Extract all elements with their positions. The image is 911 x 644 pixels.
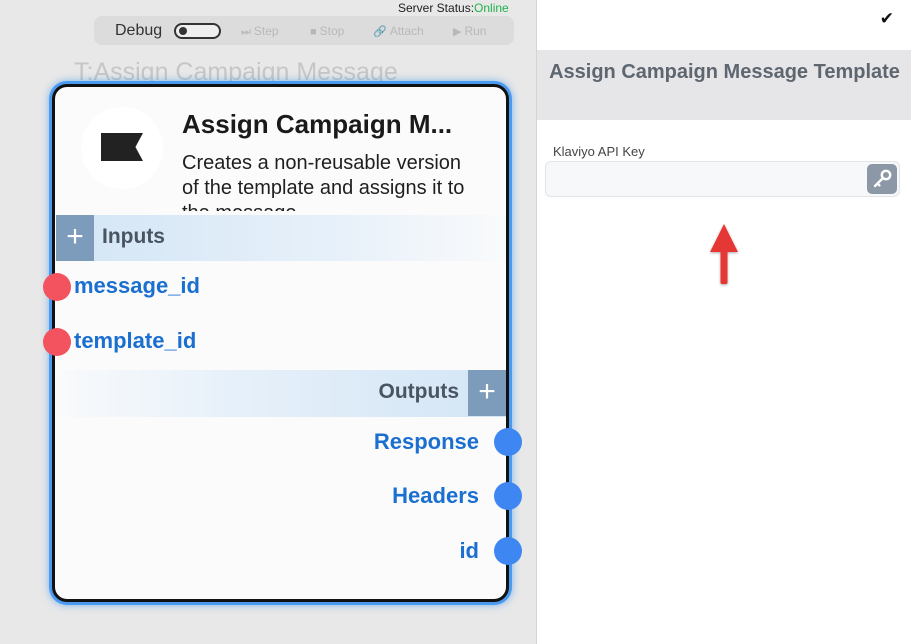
debug-toolbar: Debug ⏭ Step ■ Stop 🔗 Attach ▶ Run — [94, 16, 514, 45]
run-button[interactable]: ▶ Run — [453, 24, 486, 38]
outputs-label: Outputs — [378, 380, 459, 403]
attach-button[interactable]: 🔗 Attach — [373, 24, 424, 38]
debug-toggle-knob — [179, 27, 187, 35]
panel-header: Assign Campaign Message Template — [537, 50, 911, 120]
attach-button-label: Attach — [389, 24, 424, 38]
key-button[interactable] — [867, 164, 897, 194]
server-status: Server Status:Online — [398, 1, 509, 15]
stop-button[interactable]: ■ Stop — [310, 24, 344, 38]
workflow-canvas[interactable]: Server Status:Online Debug ⏭ Step ■ Stop 🔗… — [0, 0, 536, 644]
output-label-id: id — [459, 538, 479, 563]
red-arrow-annotation — [710, 224, 738, 284]
output-port-id[interactable] — [494, 537, 522, 565]
api-key-input[interactable] — [546, 162, 866, 196]
server-status-label: Server Status: — [398, 1, 475, 15]
key-icon — [873, 169, 892, 188]
properties-panel: ✔ Assign Campaign Message Template Klavi… — [536, 0, 911, 644]
debug-label: Debug — [115, 22, 163, 39]
attach-icon: 🔗 — [373, 26, 387, 38]
api-key-field-wrap — [545, 161, 900, 197]
step-icon: ⏭ — [241, 26, 251, 38]
workflow-node[interactable]: Assign Campaign M... Creates a non-reusa… — [43, 84, 522, 602]
output-port-headers[interactable] — [494, 482, 522, 510]
checkmark-icon[interactable]: ✔ — [880, 9, 894, 29]
node-description: Creates a non-reusable version of the te… — [182, 152, 465, 211]
input-label-message-id: message_id — [74, 273, 200, 298]
node-description-wrap: Creates a non-reusable version of the te… — [182, 151, 482, 211]
input-port-template-id[interactable] — [43, 328, 71, 356]
add-input-button[interactable]: + — [56, 215, 94, 261]
node-name: Assign Campaign M... — [182, 109, 453, 139]
node-logo — [81, 107, 163, 189]
klaviyo-flag-icon — [101, 133, 143, 161]
stop-button-label: Stop — [319, 24, 345, 38]
stop-icon: ■ — [310, 26, 317, 38]
outputs-section-header: Outputs + — [56, 370, 506, 417]
run-button-label: Run — [464, 24, 487, 38]
panel-title: Assign Campaign Message Template — [549, 61, 900, 83]
output-label-response: Response — [373, 429, 479, 454]
step-button-label: Step — [253, 24, 279, 38]
server-status-value: Online — [474, 1, 509, 15]
api-key-label: Klaviyo API Key — [553, 144, 645, 159]
output-port-response[interactable] — [494, 428, 522, 456]
output-label-headers: Headers — [392, 483, 479, 508]
step-button[interactable]: ⏭ Step — [241, 24, 279, 39]
add-output-button[interactable]: + — [468, 370, 506, 416]
run-icon: ▶ — [453, 26, 462, 38]
debug-toggle[interactable] — [174, 23, 221, 39]
input-port-message-id[interactable] — [43, 273, 71, 301]
panel-topbar: ✔ — [537, 0, 911, 40]
inputs-section-header: + Inputs — [56, 215, 506, 261]
input-label-template-id: template_id — [74, 328, 197, 353]
inputs-label: Inputs — [102, 225, 165, 248]
